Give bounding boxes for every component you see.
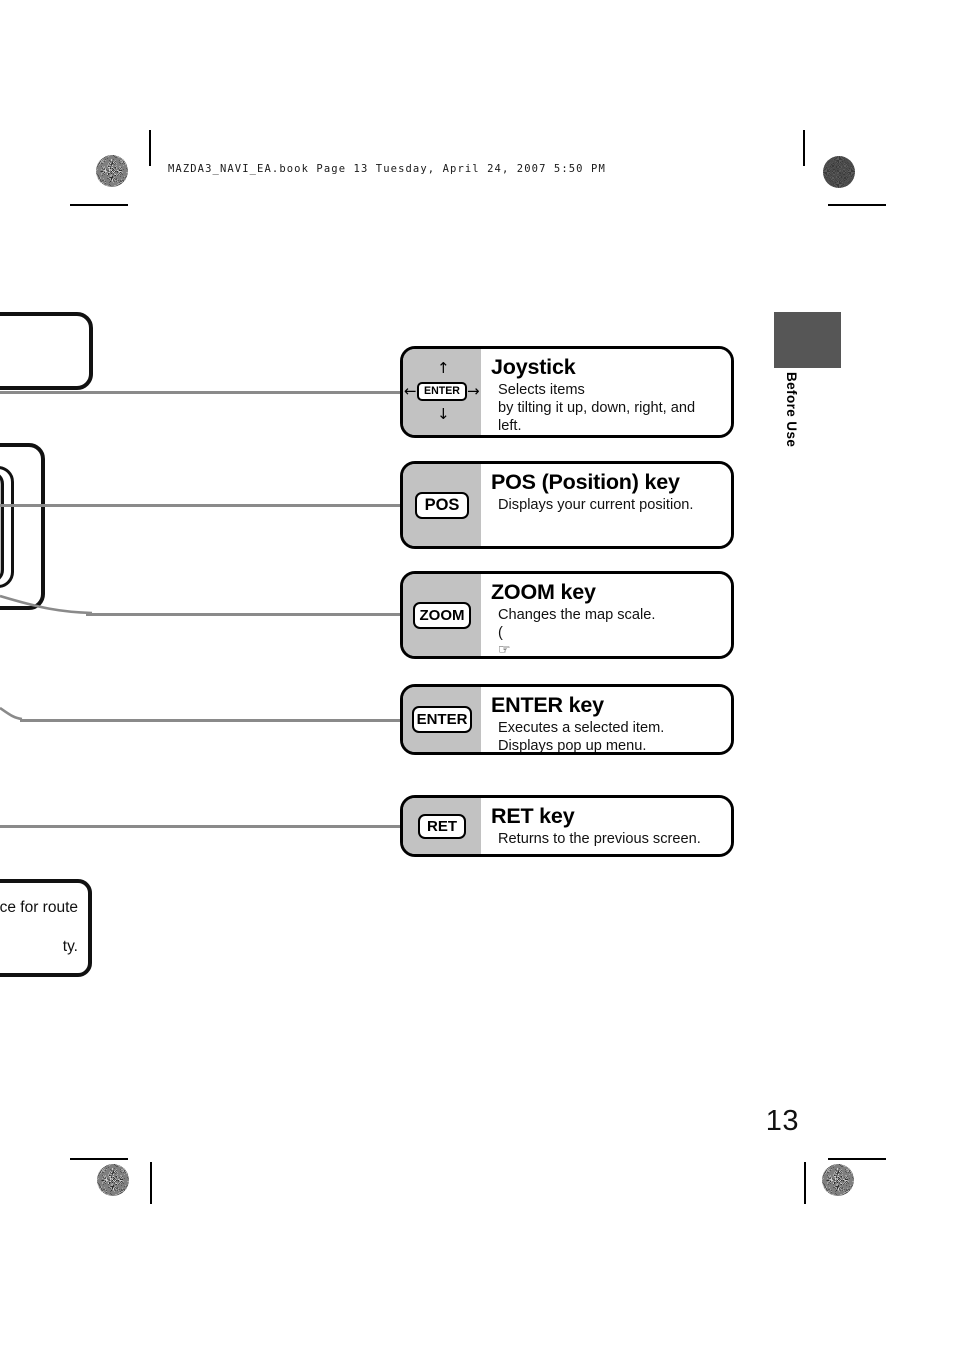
callout-joystick-body: Joystick Selects items by tilting it up,… [481,349,731,435]
device-outline-top [0,312,93,390]
callout-joystick-line-2: by tilting it up, down, right, and left. [498,400,696,435]
callout-joystick-line-1: Selects items [498,382,585,399]
callout-zoom-page-reference[interactable]: ( ☞ page 29) [498,624,721,659]
trim-mark-upper-right-horizontal [828,204,886,206]
thumb-tab-block [774,312,841,368]
registration-mark-mid-right [817,648,871,702]
registration-mark-bottom-center [450,1152,504,1206]
moire-target-top-right [823,156,855,188]
zoom-keycap[interactable]: ZOOM [413,601,471,629]
joystick-enter-keycap[interactable]: ENTER [417,382,467,401]
reference-open-paren: ( [498,625,503,642]
callout-ret-body: RET key Returns to the previous screen. [481,798,731,854]
callout-zoom-description: Changes the map scale. ( ☞ page 29) [491,606,721,659]
enter-keycap[interactable]: ENTER [412,706,472,733]
registration-mark-upper-right-corner [817,192,871,246]
callout-enter-title: ENTER key [491,693,604,717]
callout-zoom-body: ZOOM key Changes the map scale. ( ☞ page… [481,574,731,656]
arrow-left-icon: ← [404,382,417,400]
callout-ret-title: RET key [491,804,575,828]
trim-mark-lower-left-horizontal [70,1158,128,1160]
registration-mark-top-right [765,147,819,201]
callout-ret-description: Returns to the previous screen. [491,830,721,848]
arrow-down-icon: ↓ [437,405,450,423]
callout-pos-key[interactable]: POS POS (Position) key Displays your cur… [400,461,734,549]
callout-zoom-line-1: Changes the map scale. [498,607,656,624]
leader-curve-enter [0,706,23,721]
callout-enter-key[interactable]: ENTER ENTER key Executes a selected item… [400,684,734,755]
leader-curve-zoom [0,594,93,615]
pos-keycap[interactable]: POS [415,491,469,519]
left-note-box: nce for route ty. [0,879,92,977]
left-note-line-2: ty. [62,938,78,956]
callout-zoom-key[interactable]: ZOOM ZOOM key Changes the map scale. ( ☞… [400,571,734,659]
trim-mark-lower-right-horizontal [828,1158,886,1160]
trim-mark-bottom-left-vertical [150,1162,152,1204]
callout-pos-line-1: Displays your current position. [498,497,694,514]
manual-page: MAZDA3_NAVI_EA.book Page 13 Tuesday, Apr… [0,0,954,1351]
arrow-up-icon: ↑ [437,359,450,377]
callout-zoom-key-panel: ZOOM [403,574,481,656]
left-note-line-1: nce for route [0,899,78,916]
callout-enter-key-panel: ENTER [403,687,481,752]
callout-zoom-title: ZOOM key [491,580,596,604]
pointing-hand-icon: ☞ [498,642,511,659]
ret-keycap[interactable]: RET [418,813,466,839]
callout-pos-description: Displays your current position. [491,496,721,514]
callout-ret-key[interactable]: RET RET key Returns to the previous scre… [400,795,734,857]
leader-curve-group [0,594,93,721]
leader-line-ret [0,825,404,828]
trim-mark-bottom-right-vertical [804,1162,806,1204]
leader-line-pos [0,504,404,507]
arrow-right-icon: → [467,382,480,400]
callout-ret-key-panel: RET [403,798,481,854]
callout-ret-line-1: Returns to the previous screen. [498,831,701,848]
callout-pos-title: POS (Position) key [491,470,680,494]
moire-target-top-left [96,155,128,187]
leader-line-joystick [0,391,404,394]
callout-joystick[interactable]: ↑ ↓ ← → ENTER Joystick Selects items by … [400,346,734,438]
callout-joystick-key-panel: ↑ ↓ ← → ENTER [403,349,481,435]
moire-target-bottom-right [822,1164,854,1196]
callout-joystick-description: Selects items by tilting it up, down, ri… [491,381,721,438]
callout-enter-body: ENTER key Executes a selected item. Disp… [481,687,731,752]
callout-enter-line-1: Executes a selected item. [498,720,665,737]
page-number: 13 [765,1105,799,1137]
registration-mark-upper-left-corner [84,192,138,246]
callout-joystick-line-3: Scrolls map. [498,435,721,438]
trim-mark-top-left-vertical [149,130,151,166]
callout-pos-body: POS (Position) key Displays your current… [481,464,731,546]
callout-enter-description: Executes a selected item. Displays pop u… [491,719,721,755]
joystick-cluster[interactable]: ↑ ↓ ← → ENTER [404,359,480,425]
moire-target-bottom-left [97,1164,129,1196]
trim-mark-top-right-vertical [803,130,805,166]
book-header-line: MAZDA3_NAVI_EA.book Page 13 Tuesday, Apr… [168,163,606,175]
registration-mark-lower-right-corner [817,1118,871,1172]
callout-pos-key-panel: POS [403,464,481,546]
trim-mark-upper-left-horizontal [70,204,128,206]
thumb-tab-label: Before Use [784,372,799,448]
registration-mark-bottom-right [760,1152,814,1206]
callout-joystick-title: Joystick [491,355,576,379]
callout-enter-line-2: Displays pop up menu. [498,738,647,755]
